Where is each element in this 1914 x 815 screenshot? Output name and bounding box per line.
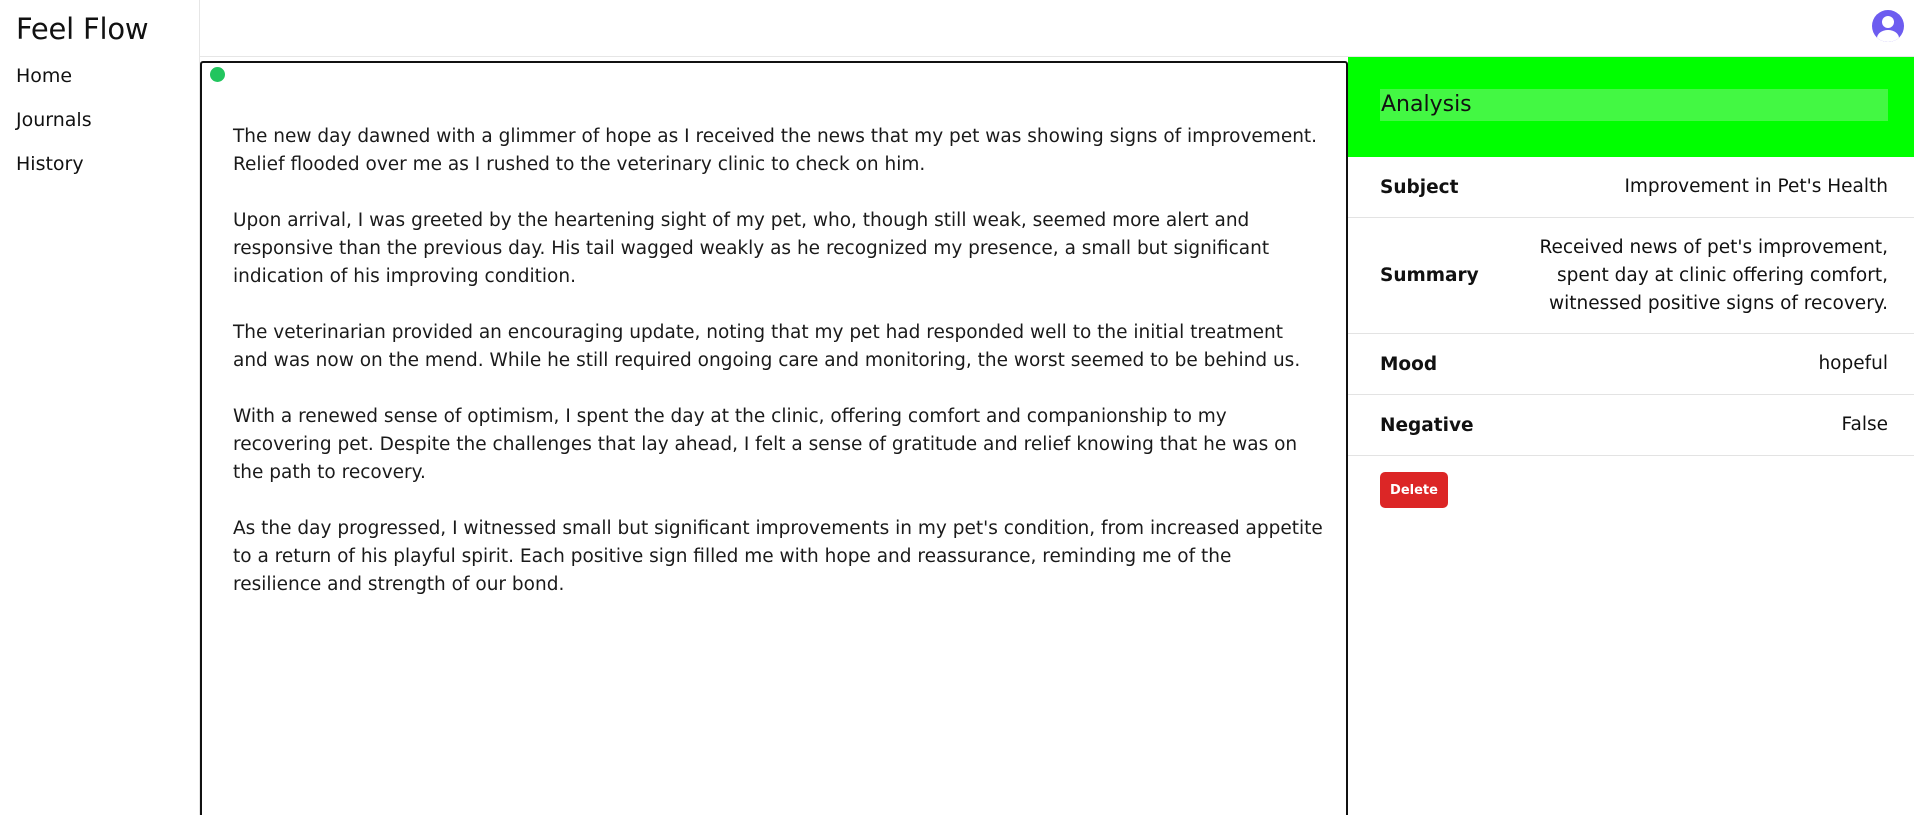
delete-button[interactable]: Delete	[1380, 472, 1448, 508]
journal-paragraph: As the day progressed, I witnessed small…	[233, 518, 1323, 595]
analysis-panel: Analysis Subject Improvement in Pet's He…	[1348, 57, 1914, 815]
analysis-row-subject: Subject Improvement in Pet's Health	[1348, 157, 1914, 218]
nav-item-home[interactable]: Home	[16, 64, 92, 88]
journal-paragraph: The new day dawned with a glimmer of hop…	[233, 126, 1318, 175]
user-avatar-icon[interactable]	[1872, 10, 1904, 42]
nav-item-journals[interactable]: Journals	[16, 108, 92, 132]
journal-paragraph: The veterinarian provided an encouraging…	[233, 322, 1301, 371]
subject-value: Improvement in Pet's Health	[1624, 176, 1888, 197]
analysis-header: Analysis	[1348, 57, 1914, 157]
negative-value: False	[1841, 414, 1888, 435]
nav-item-history[interactable]: History	[16, 152, 92, 176]
journal-paragraph: Upon arrival, I was greeted by the heart…	[233, 210, 1270, 287]
main-nav: Home Journals History	[16, 64, 92, 196]
analysis-row-summary: Summary Received news of pet's improveme…	[1348, 218, 1914, 334]
avatar-head-shape	[1882, 16, 1894, 28]
avatar-body-shape	[1877, 30, 1899, 42]
analysis-row-mood: Mood hopeful	[1348, 334, 1914, 395]
app-title: Feel Flow	[16, 12, 149, 46]
journal-paragraph: With a renewed sense of optimism, I spen…	[233, 406, 1298, 483]
subject-label: Subject	[1380, 176, 1459, 198]
summary-label: Summary	[1380, 265, 1479, 286]
summary-value: Received news of pet's improvement, spen…	[1539, 236, 1888, 314]
analysis-row-negative: Negative False	[1348, 395, 1914, 456]
analysis-title: Analysis	[1380, 89, 1888, 121]
status-dot-icon	[210, 67, 225, 82]
sidebar: Feel Flow Home Journals History	[0, 0, 200, 815]
mood-value: hopeful	[1818, 353, 1888, 374]
mood-label: Mood	[1380, 353, 1438, 375]
top-bar	[200, 0, 1914, 57]
journal-editor[interactable]: The new day dawned with a glimmer of hop…	[200, 61, 1348, 815]
journal-text[interactable]: The new day dawned with a glimmer of hop…	[233, 123, 1323, 627]
negative-label: Negative	[1380, 414, 1474, 436]
